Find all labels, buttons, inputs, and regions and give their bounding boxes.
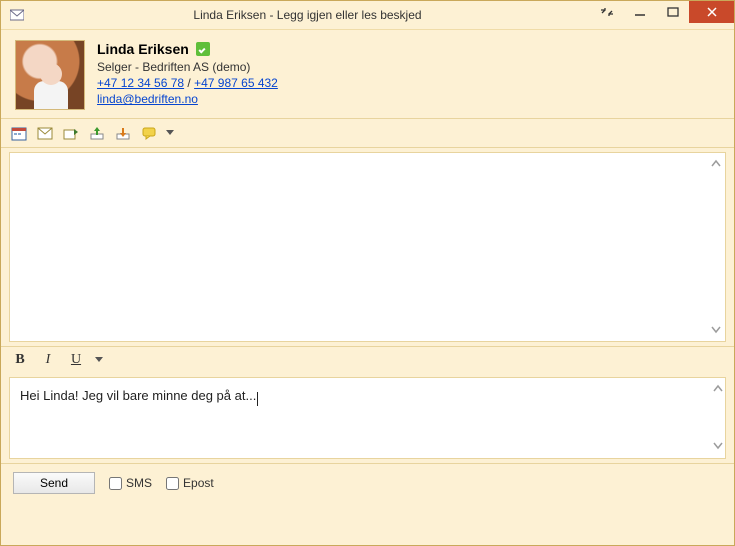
send-button[interactable]: Send [13,472,95,494]
titlebar: Linda Eriksen - Legg igjen eller les bes… [1,1,734,30]
app-icon [9,7,25,23]
avatar [15,40,85,110]
toolbar-dropdown[interactable] [165,123,175,143]
italic-button[interactable]: I [39,351,57,369]
message-toolbar [1,118,734,148]
messages-panel[interactable] [9,152,726,342]
underline-button[interactable]: U [67,351,85,369]
contact-subtitle: Selger - Bedriften AS (demo) [97,59,278,75]
contact-card: Linda Eriksen Selger - Bedriften AS (dem… [1,30,734,118]
calendar-icon[interactable] [9,123,29,143]
restore-arrows-icon[interactable] [590,1,623,23]
maximize-button[interactable] [656,1,689,23]
chat-icon[interactable] [139,123,159,143]
text-caret [257,392,258,406]
upload-icon[interactable] [87,123,107,143]
format-toolbar: B I U [1,346,734,373]
window-title: Linda Eriksen - Legg igjen eller les bes… [25,8,590,22]
sms-label: SMS [126,476,152,490]
compose-scroll-down-icon[interactable] [713,439,723,454]
compose-area[interactable]: Hei Linda! Jeg vil bare minne deg på at.… [9,377,726,459]
compose-scroll-up-icon[interactable] [713,382,723,397]
bold-button[interactable]: B [11,351,29,369]
app-window: Linda Eriksen - Legg igjen eller les bes… [0,0,735,546]
sms-checkbox[interactable]: SMS [109,476,152,490]
epost-checkbox[interactable]: Epost [166,476,214,490]
epost-checkbox-input[interactable] [166,477,179,490]
minimize-button[interactable] [623,1,656,23]
download-icon[interactable] [113,123,133,143]
contact-name: Linda Eriksen [97,40,189,59]
sms-checkbox-input[interactable] [109,477,122,490]
close-button[interactable] [689,1,734,23]
bottom-bar: Send SMS Epost [1,463,734,504]
contact-phone-2[interactable]: +47 987 65 432 [194,76,278,90]
phone-separator: / [184,76,194,90]
scroll-up-icon[interactable] [709,157,723,171]
format-dropdown[interactable] [95,353,103,367]
contact-phone-1[interactable]: +47 12 34 56 78 [97,76,184,90]
contact-details: Linda Eriksen Selger - Bedriften AS (dem… [97,40,278,110]
scroll-down-icon[interactable] [709,323,723,337]
epost-label: Epost [183,476,214,490]
presence-icon [196,42,210,56]
reply-icon[interactable] [61,123,81,143]
note-mail-icon[interactable] [35,123,55,143]
window-controls [590,1,734,29]
contact-email[interactable]: linda@bedriften.no [97,92,198,106]
compose-text: Hei Linda! Jeg vil bare minne deg på at.… [20,388,256,403]
